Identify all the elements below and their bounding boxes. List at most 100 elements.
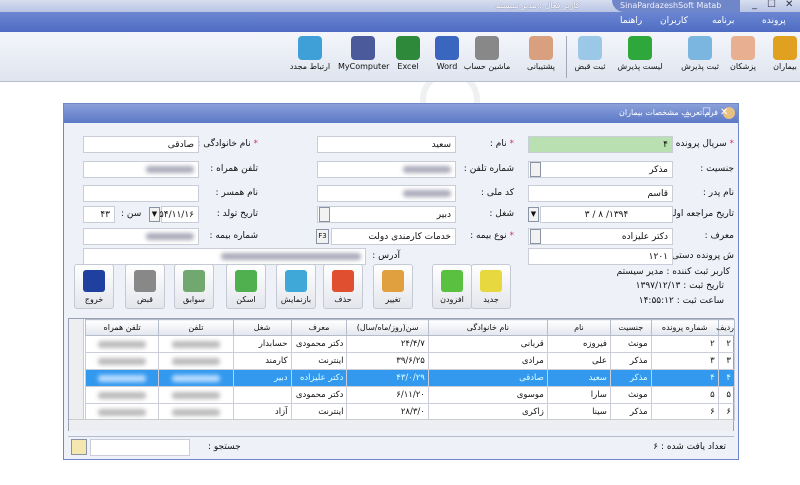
column-header[interactable]: تلفن همراه [84,319,160,336]
dialog-minimize-button[interactable]: _ [684,107,689,118]
mobile-input[interactable] [83,161,199,178]
birth-input[interactable]: ۱۳۵۴/۱۱/۱۶ [149,206,199,223]
table-row[interactable]: ۶ ۶ مذکر سینا زاکری ۲۸/۳/۰ اینترنت آزاد [84,403,736,421]
close-button[interactable]: ✕ [785,0,793,10]
table-cell: دکتر محمودی [290,386,348,404]
family-input[interactable]: صادقی [83,136,199,153]
family-label: * نام خانوادگی : [197,139,258,149]
first_visit-input[interactable]: ۱۳۹۴/ ۸ / ۳ [540,206,673,223]
vertical-scrollbar[interactable] [69,319,84,419]
insurance-input[interactable]: خدمات کارمندی دولت [331,228,456,245]
table-cell: ۲۸/۳/۰ [346,403,429,421]
excel-icon [396,36,420,60]
manual_no-input[interactable]: ۱۲۰۱ [528,248,673,265]
table-cell: علی [546,352,611,370]
column-header[interactable]: شغل [232,319,292,336]
table-cell [84,386,160,404]
table-cell [232,386,292,404]
table-cell: ۲ [717,335,736,353]
cash-icon [578,36,602,60]
menu-users[interactable]: کاربران [660,16,688,26]
table-row[interactable]: ۴ ۴ مذکر سعید صادقی ۴۳/۰/۲۹ دکتر علیزاده دبیر [84,369,736,387]
button-label: بازنمایش [280,295,312,304]
birth-label-text: تاریخ تولد : [216,209,258,219]
menu-help[interactable]: راهنما [620,16,642,26]
referrer-input[interactable]: دکتر علیزاده [528,228,673,245]
first-visit-dropdown[interactable]: ▼ [528,207,539,222]
search-input[interactable] [90,439,190,456]
referrer-label: معرف : [705,231,734,241]
toolbar-button-excel[interactable]: Excel [383,34,433,80]
job-spinner[interactable] [319,207,330,222]
refresh-button[interactable]: بازنمایش [276,264,316,309]
table-row[interactable]: ۵ ۵ مونث سارا موسوی ۶/۱۱/۲۰ دکتر محمودی [84,386,736,404]
add-button[interactable]: افزودن [432,264,472,309]
toolbar-button-check[interactable]: لیست پذیرش [615,34,665,80]
gender-spinner[interactable] [530,162,541,177]
search-label: جستجو : [208,442,241,452]
column-header[interactable]: معرف [290,319,348,336]
new-button[interactable]: جدید [471,264,511,309]
column-header[interactable]: شماره پرونده [650,319,719,336]
toolbar-button-computer[interactable]: MyComputer [338,34,389,80]
column-header[interactable]: تلفن [158,319,234,336]
gender-input[interactable]: مذکر [528,161,673,178]
insurance-lookup-button[interactable]: F3 [316,229,329,244]
power-button[interactable]: خروج [74,264,114,309]
serial-input[interactable]: ۴ [528,136,673,153]
table-row[interactable]: ۳ ۳ مذکر علی مرادی ۳۹/۶/۲۵ اینترنت کارمند [84,352,736,370]
table-cell: دکتر محمودی [290,335,348,353]
table-cell: ۳۹/۶/۲۵ [346,352,429,370]
title-bar: کاربر فعال : مدیر سیستم SinaPardazeshSof… [0,0,800,12]
dialog-close-button[interactable]: ✕ [720,107,728,118]
search-button[interactable] [71,439,87,455]
button-label: جدید [483,295,499,304]
table-cell: صادقی [427,369,548,387]
column-header[interactable]: نام خانوادگی [427,319,548,336]
address-input[interactable] [83,248,366,265]
table-row[interactable]: ۲ ۲ مونث فیروزه قربانی ۲۴/۴/۷ دکتر محمودی حسابد… [84,335,736,353]
referrer-spinner[interactable] [530,229,541,244]
age-input[interactable]: ۴۳ [83,206,115,223]
column-header[interactable]: سن(روز/ماه/سال) [346,319,429,336]
column-header[interactable]: ردیف [716,319,736,336]
menu-program[interactable]: برنامه [712,16,734,26]
spouse-input[interactable] [83,185,199,202]
scan-button[interactable]: اسکن [226,264,266,309]
toolbar-button-support[interactable]: پشتیبانی [516,34,566,80]
job-label: شغل : [489,209,514,219]
toolbar-button-register[interactable]: ثبت پذیرش [675,34,725,80]
insurance_no-input[interactable] [83,228,199,245]
blurred-phone [171,408,220,416]
menu-file[interactable]: پرونده [762,16,786,26]
toolbar-button-cash[interactable]: ثبت قبض [565,34,615,80]
column-header[interactable]: نام [546,319,611,336]
column-header[interactable]: جنسیت [609,319,652,336]
maximize-button[interactable]: ☐ [767,0,776,10]
minimize-button[interactable]: _ [752,0,757,10]
horizontal-scrollbar[interactable] [69,419,733,431]
address-book-icon [773,36,797,60]
father-input[interactable]: قاسم [528,185,673,202]
table-cell: سعید [546,369,611,387]
patients-table: ردیف شماره پرونده جنسیت نام نام خانوادگی سن(ر… [84,319,736,421]
edit-button[interactable]: تغییر [373,264,413,309]
table-cell: ۳ [717,352,736,370]
name-input[interactable]: سعید [317,136,456,153]
table-cell [158,369,234,387]
dialog-maximize-button[interactable]: ☐ [702,107,711,118]
required-marker: * [506,139,514,149]
job-input[interactable]: دبیر [317,206,456,223]
birth-dropdown[interactable]: ▼ [149,207,160,222]
national-input[interactable] [317,185,456,202]
phone-input[interactable] [317,161,456,178]
table-cell: فیروزه [546,335,611,353]
toolbar-button-doctor[interactable]: پزشکان [718,34,768,80]
calculator-button[interactable]: قبض [125,264,165,309]
toolbar-button-refresh[interactable]: ارتباط مجدد [285,34,335,80]
refresh-icon [298,36,322,60]
support-icon [529,36,553,60]
table-cell [158,403,234,421]
history-button[interactable]: سوابق [174,264,214,309]
delete-button[interactable]: حذف [323,264,363,309]
